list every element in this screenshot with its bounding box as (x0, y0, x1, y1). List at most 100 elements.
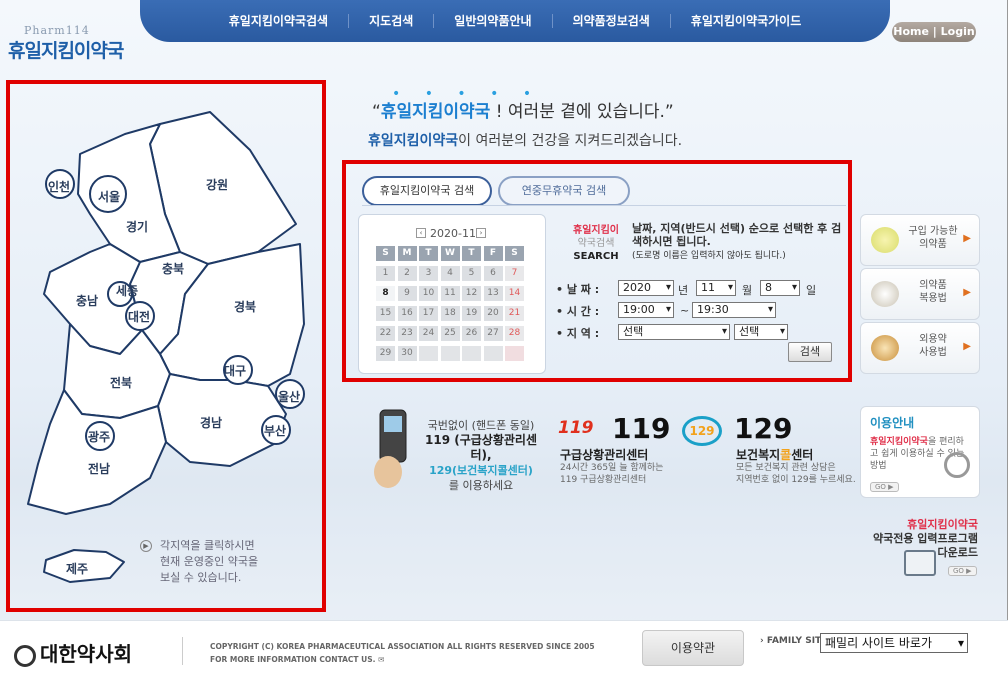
calendar-weekday-head: T (419, 246, 438, 261)
calendar-day[interactable]: 7 (505, 266, 524, 281)
tab-yearround-pharmacy-search[interactable]: 연중무휴약국 검색 (498, 176, 630, 206)
region-select-2[interactable]: 선택 (734, 324, 788, 340)
region-select-1[interactable]: 선택 (618, 324, 730, 340)
pill-icon (871, 227, 899, 253)
nav-otc-guide[interactable]: 일반의약품안내 (434, 14, 553, 28)
region-gwangju[interactable]: 광주 (88, 428, 110, 445)
calendar-day[interactable]: 11 (440, 286, 460, 301)
calendar-day[interactable]: 26 (462, 326, 481, 341)
calendar-day[interactable]: 25 (440, 326, 460, 341)
quote-open: “ (372, 102, 381, 122)
instructions-note: (도로명 이름은 입력하지 않아도 됩니다.) (632, 251, 786, 261)
region-sejong[interactable]: 세종 (116, 282, 138, 299)
calendar-day[interactable]: 1 (376, 266, 395, 281)
region-jeonbuk[interactable]: 전북 (110, 374, 132, 391)
day-select[interactable]: 8 (760, 280, 800, 296)
calendar-day[interactable]: 24 (419, 326, 438, 341)
region-jeju[interactable]: 제주 (66, 560, 88, 577)
region-seoul[interactable]: 서울 (98, 188, 120, 205)
calendar-empty-cell (419, 346, 438, 361)
nav-map-search[interactable]: 지도검색 (349, 14, 435, 28)
dosage-line2: 복용법 (919, 293, 947, 304)
region-gyeonggi[interactable]: 경기 (126, 218, 148, 235)
calendar-day[interactable]: 5 (462, 266, 481, 281)
guide-go-button[interactable]: GO ▶ (870, 482, 899, 492)
nav-drug-info-search[interactable]: 의약품정보검색 (553, 14, 671, 28)
calendar-day[interactable]: 20 (483, 306, 503, 321)
site-logo[interactable]: 휴일지킴이약국 (8, 36, 124, 63)
calendar-day[interactable]: 29 (376, 346, 395, 361)
time-from-select[interactable]: 19:00 (618, 302, 674, 318)
tab-holiday-pharmacy-search[interactable]: 휴일지킴이약국 검색 (362, 176, 492, 206)
slogan-brand-2: 휴일지킴이약국 (368, 133, 459, 149)
drug-dosage-button[interactable]: 의약품복용법 ▶ (860, 268, 980, 320)
number-129: 129 (734, 412, 793, 445)
calendar-day[interactable]: 16 (397, 306, 417, 321)
nav-pharmacy-search[interactable]: 휴일지킴이약국검색 (209, 14, 350, 28)
arrow-right-icon: ▶ (963, 341, 971, 352)
calendar-day[interactable]: 28 (505, 326, 524, 341)
arrow-right-icon: ▶ (963, 287, 971, 298)
region-chungbuk[interactable]: 충북 (162, 260, 184, 277)
calendar-day[interactable]: 2 (397, 266, 417, 281)
region-ulsan[interactable]: 울산 (278, 388, 300, 405)
region-jeonnam[interactable]: 전남 (88, 460, 110, 477)
time-label: • 시 간 : (556, 305, 600, 318)
terms-button[interactable]: 이용약관 (642, 630, 744, 666)
topical-usage-button[interactable]: 외용약 사용법 ▶ (860, 322, 980, 374)
phone-info: 국번없이 (핸드폰 동일) 119 (구급상황관리센터), 129(보건복지콜센… (418, 418, 544, 493)
phone-line1: 국번없이 (핸드폰 동일) (427, 419, 535, 432)
search-button[interactable]: 검색 (788, 342, 832, 362)
region-gangwon[interactable]: 강원 (206, 176, 228, 193)
region-daegu[interactable]: 대구 (224, 362, 246, 379)
calendar-day[interactable]: 27 (483, 326, 503, 341)
calendar-weekday-head: T (462, 246, 481, 261)
family-site-select[interactable]: 패밀리 사이트 바로가 (820, 633, 968, 653)
dosage-line1: 의약품 (919, 280, 947, 291)
download-line2: 약국전용 입력프로그램 (872, 532, 978, 545)
calendar-day[interactable]: 18 (440, 306, 460, 321)
home-login-button[interactable]: Home | Login (892, 22, 976, 42)
region-gyeongnam[interactable]: 경남 (200, 414, 222, 431)
region-gyeongbuk[interactable]: 경북 (234, 298, 256, 315)
calendar-day[interactable]: 23 (397, 326, 417, 341)
computer-icon (904, 550, 936, 576)
region-chungnam[interactable]: 충남 (76, 292, 98, 309)
kpa-logo[interactable]: 대한약사회 (14, 638, 132, 667)
calendar-day[interactable]: 19 (462, 306, 481, 321)
calendar-day[interactable]: 15 (376, 306, 395, 321)
calendar-day[interactable]: 8 (376, 286, 395, 301)
calendar-day[interactable]: 3 (419, 266, 438, 281)
calendar-prev-icon[interactable]: ‹ (416, 228, 426, 238)
calendar-day[interactable]: 21 (505, 306, 524, 321)
region-busan[interactable]: 부산 (264, 422, 286, 439)
map-note-line: 각지역을 클릭하시면 (160, 539, 255, 552)
otc-line2: 의약품 (919, 239, 947, 250)
calendar-day[interactable]: 10 (419, 286, 438, 301)
region-daejeon[interactable]: 대전 (128, 308, 150, 325)
calendar-day[interactable]: 22 (376, 326, 395, 341)
calendar-next-icon[interactable]: › (476, 228, 486, 238)
calendar-day[interactable]: 12 (462, 286, 481, 301)
calendar-day[interactable]: 6 (483, 266, 503, 281)
month-select[interactable]: 11 (696, 280, 736, 296)
calendar-day[interactable]: 9 (397, 286, 417, 301)
download-go-button[interactable]: GO ▶ (948, 566, 977, 576)
time-to-select[interactable]: 19:30 (692, 302, 776, 318)
calendar-weekday-head: W (440, 246, 460, 261)
year-select[interactable]: 2020 (618, 280, 674, 296)
calendar-day[interactable]: 17 (419, 306, 438, 321)
label-129-b: 콜 (780, 448, 792, 462)
usage-guide-brand: 휴일지킴이약국 (870, 437, 928, 447)
calendar-day[interactable]: 14 (505, 286, 524, 301)
slogan-text-2: 이 여러분의 건강을 지켜드리겠습니다. (458, 133, 683, 149)
calendar-day[interactable]: 4 (440, 266, 460, 281)
calendar-day[interactable]: 30 (397, 346, 417, 361)
contact-line[interactable]: FOR MORE INFORMATION CONTACT US. ✉ (210, 653, 595, 666)
otc-drugs-button[interactable]: 구입 가능한 의약품 ▶ (860, 214, 980, 266)
slogan-line2: 휴일지킴이약국이 여러분의 건강을 지켜드리겠습니다. (368, 130, 682, 150)
calendar-day[interactable]: 13 (483, 286, 503, 301)
page: Pharm114 휴일지킴이약국 휴일지킴이약국검색 지도검색 일반의약품안내 … (0, 0, 1008, 689)
nav-pharmacy-guide[interactable]: 휴일지킴이약국가이드 (671, 14, 821, 28)
region-incheon[interactable]: 인천 (48, 178, 70, 195)
